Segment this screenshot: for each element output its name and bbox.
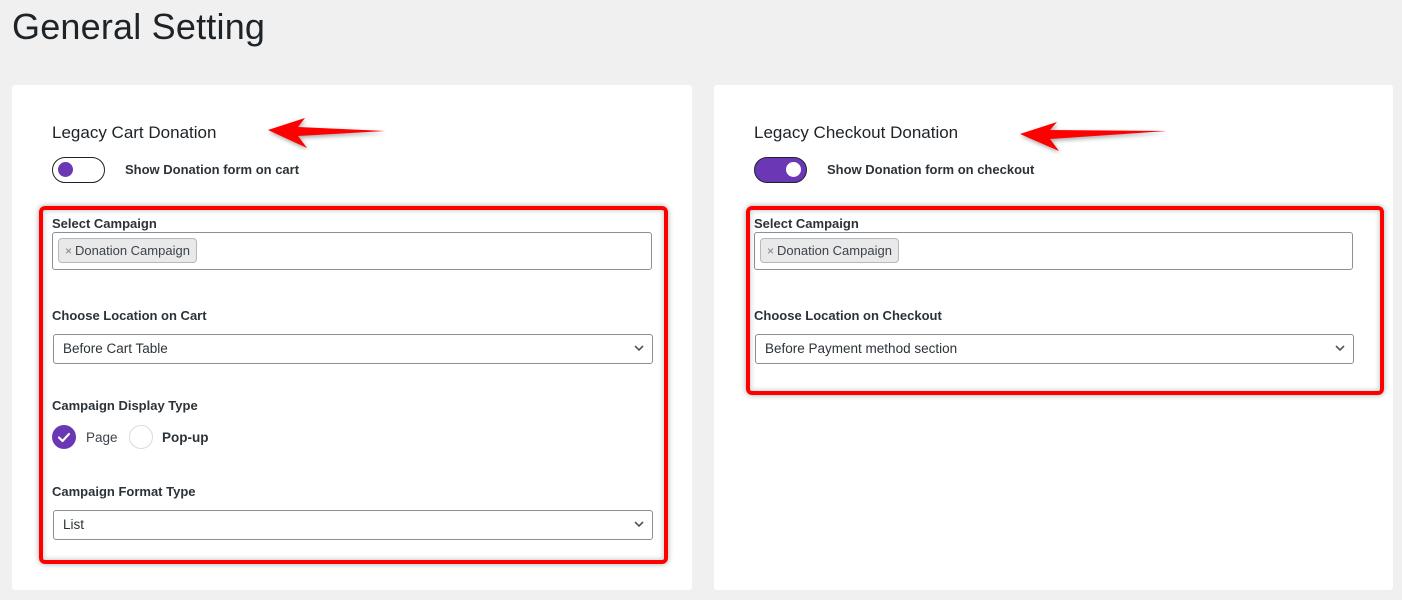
- campaign-chip: × Donation Campaign: [760, 238, 899, 263]
- chevron-down-icon: [1335, 345, 1345, 352]
- display-type-page-label: Page: [86, 430, 118, 445]
- remove-chip-icon[interactable]: ×: [65, 244, 72, 258]
- checkout-campaign-multiselect[interactable]: × Donation Campaign: [754, 232, 1353, 270]
- cart-toggle-label: Show Donation form on cart: [125, 162, 300, 177]
- cart-donation-toggle[interactable]: [52, 157, 105, 183]
- cart-location-select[interactable]: Before Cart Table: [53, 334, 653, 364]
- cart-location-value: Before Cart Table: [63, 341, 168, 356]
- format-type-label: Campaign Format Type: [52, 484, 196, 499]
- checkout-donation-toggle[interactable]: [754, 157, 807, 183]
- checkout-select-campaign-label: Select Campaign: [754, 216, 859, 231]
- checkout-section-title: Legacy Checkout Donation: [754, 123, 959, 142]
- cart-donation-card: Legacy Cart Donation Show Donation form …: [12, 85, 692, 590]
- checkout-location-value: Before Payment method section: [765, 341, 958, 356]
- toggle-knob: [58, 162, 73, 177]
- campaign-chip: × Donation Campaign: [58, 238, 197, 263]
- check-icon: [57, 432, 71, 443]
- remove-chip-icon[interactable]: ×: [767, 244, 774, 258]
- display-type-popup-radio[interactable]: [129, 425, 153, 449]
- chevron-down-icon: [634, 521, 644, 528]
- format-type-select[interactable]: List: [53, 510, 653, 540]
- toggle-knob: [786, 162, 801, 177]
- display-type-label: Campaign Display Type: [52, 398, 198, 413]
- checkout-location-select[interactable]: Before Payment method section: [755, 334, 1354, 364]
- checkout-donation-card: Legacy Checkout Donation Show Donation f…: [714, 85, 1393, 590]
- display-type-popup-label: Pop-up: [162, 430, 209, 445]
- cart-location-label: Choose Location on Cart: [52, 308, 207, 323]
- checkout-location-label: Choose Location on Checkout: [754, 308, 942, 323]
- chip-label: Donation Campaign: [777, 243, 892, 258]
- cart-select-campaign-label: Select Campaign: [52, 216, 157, 231]
- chevron-down-icon: [634, 345, 644, 352]
- page-title: General Setting: [12, 6, 266, 47]
- cart-section-title: Legacy Cart Donation: [52, 123, 217, 142]
- format-type-value: List: [63, 517, 85, 532]
- display-type-page-radio[interactable]: [52, 425, 76, 449]
- chip-label: Donation Campaign: [75, 243, 190, 258]
- cart-campaign-multiselect[interactable]: × Donation Campaign: [52, 232, 652, 270]
- checkout-toggle-label: Show Donation form on checkout: [827, 162, 1035, 177]
